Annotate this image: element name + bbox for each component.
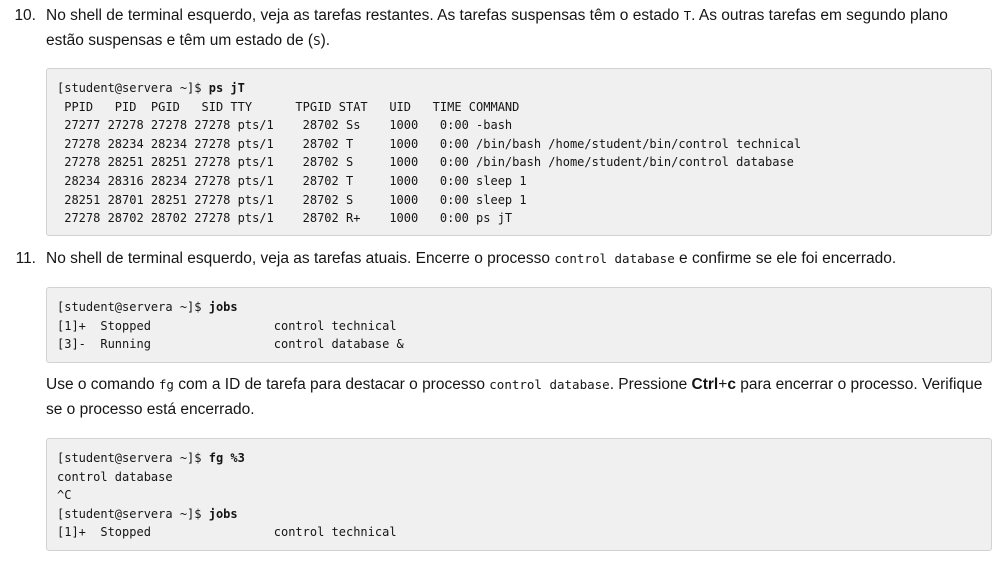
document-page: 10. No shell de terminal esquerdo, veja … — [0, 0, 1004, 562]
terminal-command: jobs — [208, 300, 238, 314]
inline-code: fg — [158, 377, 174, 392]
terminal-prompt-line: [student@servera ~]$ ps jT — [57, 81, 245, 95]
terminal-output-header: PPID PID PGID SID TTY TPGID STAT UID TIM… — [57, 99, 520, 114]
step-number: 11. — [15, 250, 36, 267]
key-c: c — [727, 376, 736, 393]
terminal-command: ps jT — [208, 81, 245, 95]
terminal-output-line: 27278 28251 28251 27278 pts/1 28702 S 10… — [57, 155, 794, 170]
terminal-output-line: 27278 28702 28702 27278 pts/1 28702 R+ 1… — [57, 211, 513, 226]
terminal-output-line: 27277 27278 27278 27278 pts/1 28702 Ss 1… — [57, 118, 513, 133]
step-instruction: No shell de terminal esquerdo, veja as t… — [46, 7, 948, 49]
terminal-output-line: [3]- Running control database & — [57, 337, 404, 352]
terminal-output-line: 28251 28701 28251 27278 pts/1 28702 S 10… — [57, 192, 527, 207]
terminal-output-line: [1]+ Stopped control technical — [57, 525, 397, 540]
terminal-output-line: ^C — [57, 488, 72, 503]
inline-code: T — [683, 8, 692, 23]
inline-code: S — [313, 32, 321, 48]
terminal-prompt-line: [student@servera ~]$ fg %3 — [57, 451, 245, 465]
terminal-output-line: 28234 28316 28234 27278 pts/1 28702 T 10… — [57, 173, 527, 188]
terminal-block-ps: [student@servera ~]$ ps jT PPID PID PGID… — [46, 68, 992, 236]
terminal-prompt-line: [student@servera ~]$ jobs — [57, 300, 238, 314]
inline-code: control database — [489, 377, 610, 392]
inline-code: control database — [554, 251, 675, 266]
step-11-instruction-2: Use o comando fg com a ID de tarefa para… — [46, 376, 983, 418]
terminal-block-fg: [student@servera ~]$ fg %3 control datab… — [46, 438, 992, 551]
terminal-output-line: [1]+ Stopped control technical — [57, 318, 397, 333]
terminal-block-jobs: [student@servera ~]$ jobs [1]+ Stopped c… — [46, 287, 992, 363]
key-plus: + — [718, 376, 728, 393]
terminal-output-line: control database — [57, 469, 173, 484]
step-instruction: No shell de terminal esquerdo, veja as t… — [46, 250, 897, 267]
key-ctrl: Ctrl — [691, 376, 719, 393]
step-number: 10. — [14, 7, 36, 24]
terminal-command: fg %3 — [208, 451, 245, 465]
terminal-prompt-line: [student@servera ~]$ jobs — [57, 506, 238, 521]
terminal-command: jobs — [208, 506, 238, 521]
terminal-output-line: 27278 28234 28234 27278 pts/1 28702 T 10… — [57, 136, 802, 151]
